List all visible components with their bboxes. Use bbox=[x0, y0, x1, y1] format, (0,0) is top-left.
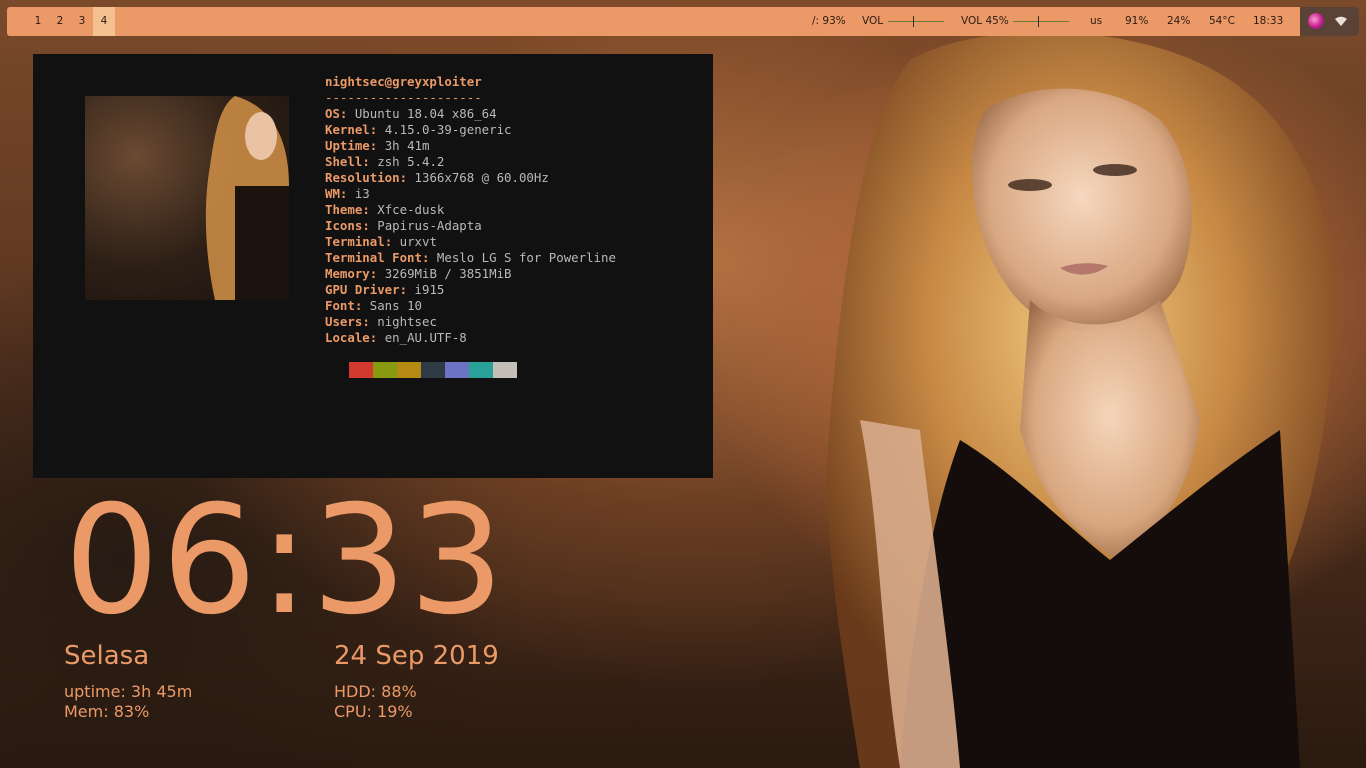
palette-swatch bbox=[493, 362, 517, 378]
ascii-image-art bbox=[85, 96, 289, 300]
neofetch-user-host: nightsec@greyxploiter bbox=[325, 74, 482, 89]
day-name: Selasa bbox=[64, 641, 150, 671]
app-tray-icon[interactable] bbox=[1308, 13, 1324, 29]
brightness: 91% bbox=[1125, 15, 1149, 27]
neofetch-row: Theme: Xfce-dusk bbox=[325, 202, 445, 217]
palette-swatch bbox=[397, 362, 421, 378]
palette-swatch bbox=[349, 362, 373, 378]
workspace-1[interactable]: 1 bbox=[27, 7, 49, 36]
neofetch-row: Icons: Papirus-Adapta bbox=[325, 218, 482, 233]
volume-slider-knob[interactable] bbox=[913, 16, 914, 27]
volume-slider-2-knob[interactable] bbox=[1038, 16, 1039, 27]
system-tray bbox=[1300, 7, 1359, 36]
keyboard-layout: us bbox=[1090, 15, 1103, 27]
neofetch-row: Users: nightsec bbox=[325, 314, 437, 329]
palette-swatch bbox=[421, 362, 445, 378]
neofetch-row: Memory: 3269MiB / 3851MiB bbox=[325, 266, 512, 281]
workspace-3[interactable]: 3 bbox=[71, 7, 93, 36]
wifi-icon[interactable] bbox=[1334, 14, 1348, 28]
neofetch-row: Terminal Font: Meslo LG S for Powerline bbox=[325, 250, 616, 265]
neofetch-row: Font: Sans 10 bbox=[325, 298, 422, 313]
memory-stat: Mem: 83% bbox=[64, 702, 150, 721]
volume-percent: VOL 45% bbox=[961, 15, 1009, 27]
date-label: 24 Sep 2019 bbox=[334, 641, 499, 671]
neofetch-row: WM: i3 bbox=[325, 186, 370, 201]
uptime-stat: uptime: 3h 45m bbox=[64, 682, 193, 701]
neofetch-row: Locale: en_AU.UTF-8 bbox=[325, 330, 467, 345]
palette-swatch bbox=[445, 362, 469, 378]
cpu-stat: CPU: 19% bbox=[334, 702, 413, 721]
neofetch-separator: --------------------- bbox=[325, 90, 482, 105]
palette-swatch bbox=[373, 362, 397, 378]
neofetch-row: Terminal: urxvt bbox=[325, 234, 437, 249]
volume-slider[interactable] bbox=[888, 16, 944, 27]
volume-slider-2[interactable] bbox=[1013, 16, 1069, 27]
palette-swatch bbox=[469, 362, 493, 378]
neofetch-row: Uptime: 3h 41m bbox=[325, 138, 430, 153]
bar-clock: 18:33 bbox=[1253, 15, 1284, 27]
workspace-4[interactable]: 4 bbox=[93, 7, 115, 36]
neofetch-row: Resolution: 1366x768 @ 60.00Hz bbox=[325, 170, 549, 185]
status-bar: 1 2 3 4 /: 93% VOL VOL 45% us 91% 24% 54… bbox=[7, 7, 1359, 36]
volume-label: VOL bbox=[862, 15, 884, 27]
color-palette bbox=[349, 362, 517, 378]
neofetch-terminal: nightsec@greyxploiter ------------------… bbox=[33, 54, 713, 478]
neofetch-row: Kernel: 4.15.0-39-generic bbox=[325, 122, 512, 137]
disk-usage: /: 93% bbox=[812, 15, 846, 27]
cpu-usage: 24% bbox=[1167, 15, 1191, 27]
neofetch-row: Shell: zsh 5.4.2 bbox=[325, 154, 445, 169]
temperature: 54°C bbox=[1209, 15, 1235, 27]
hdd-stat: HDD: 88% bbox=[334, 682, 417, 701]
neofetch-row: OS: Ubuntu 18.04 x86_64 bbox=[325, 106, 497, 121]
workspace-2[interactable]: 2 bbox=[49, 7, 71, 36]
neofetch-row: GPU Driver: i915 bbox=[325, 282, 445, 297]
desktop-clock: 06:33 bbox=[64, 474, 507, 648]
